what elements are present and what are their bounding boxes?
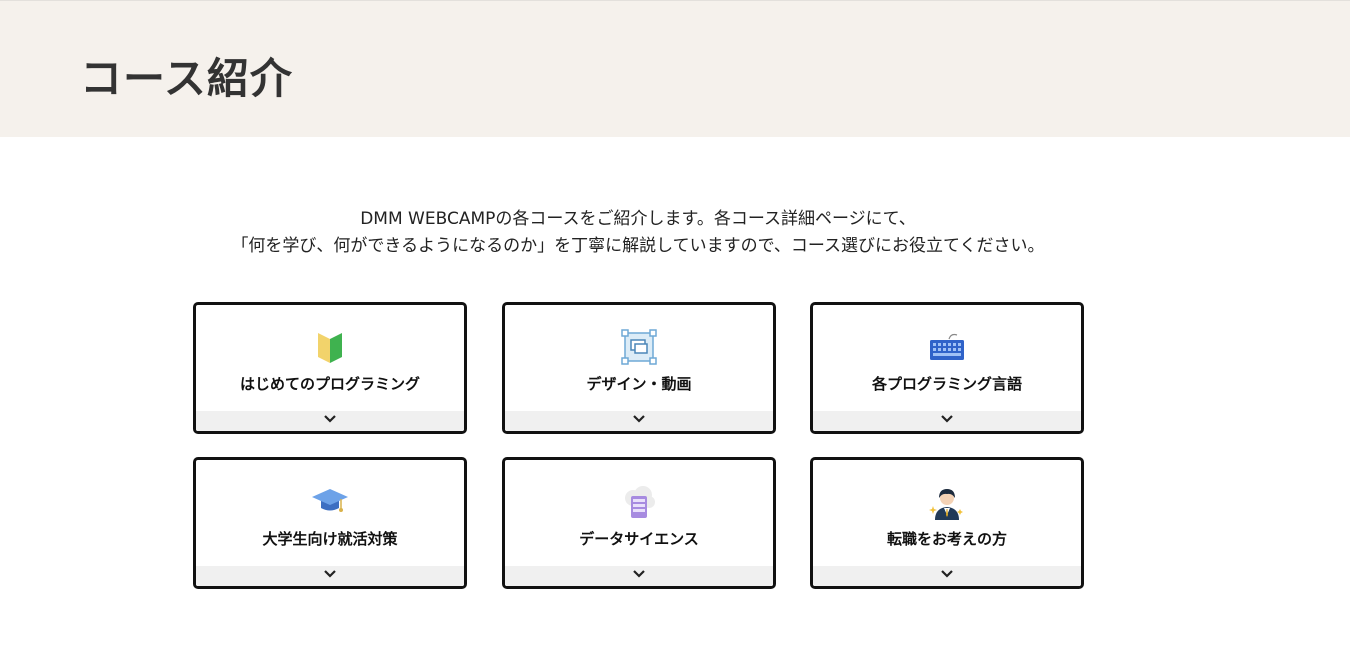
- chevron-down-icon[interactable]: [940, 568, 954, 580]
- graduation-cap-icon: [310, 482, 350, 522]
- intro-text: DMM WEBCAMPの各コースをご紹介します。各コース詳細ページにて、 「何を…: [0, 206, 1276, 260]
- data-server-icon: [619, 482, 659, 522]
- card-footer: [813, 566, 1081, 586]
- course-card-job-hunting[interactable]: 大学生向け就活対策: [193, 457, 467, 589]
- course-card-label: 各プログラミング言語: [871, 375, 1022, 393]
- card-footer: [813, 411, 1081, 431]
- chevron-down-icon[interactable]: [632, 568, 646, 580]
- design-frame-icon: [619, 327, 659, 367]
- course-card-label: 転職をお考えの方: [886, 530, 1007, 548]
- card-footer: [505, 566, 773, 586]
- card-footer: [196, 411, 464, 431]
- chevron-down-icon[interactable]: [323, 568, 337, 580]
- course-card-career-change[interactable]: 転職をお考えの方: [810, 457, 1084, 589]
- card-footer: [505, 411, 773, 431]
- course-card-label: はじめてのプログラミング: [239, 375, 420, 393]
- page-header: コース紹介: [0, 0, 1350, 137]
- course-card-label: デザイン・動画: [586, 375, 692, 393]
- chevron-down-icon[interactable]: [940, 413, 954, 425]
- course-card-label: データサイエンス: [579, 530, 699, 548]
- page-title: コース紹介: [80, 54, 293, 103]
- chevron-down-icon[interactable]: [632, 413, 646, 425]
- card-footer: [196, 566, 464, 586]
- businessperson-icon: [927, 482, 967, 522]
- keyboard-icon: [927, 327, 967, 367]
- course-card-beginner[interactable]: はじめてのプログラミング: [193, 302, 467, 434]
- beginner-leaf-icon: [310, 327, 350, 367]
- course-card-label: 大学生向け就活対策: [262, 530, 398, 548]
- intro-line-1: DMM WEBCAMPの各コースをご紹介します。各コース詳細ページにて、: [360, 209, 916, 229]
- intro-line-2: 「何を学び、何ができるようになるのか」を丁寧に解説していますので、コース選びにお…: [231, 236, 1045, 256]
- course-card-design[interactable]: デザイン・動画: [502, 302, 776, 434]
- course-card-languages[interactable]: 各プログラミング言語: [810, 302, 1084, 434]
- course-card-data-science[interactable]: データサイエンス: [502, 457, 776, 589]
- chevron-down-icon[interactable]: [323, 413, 337, 425]
